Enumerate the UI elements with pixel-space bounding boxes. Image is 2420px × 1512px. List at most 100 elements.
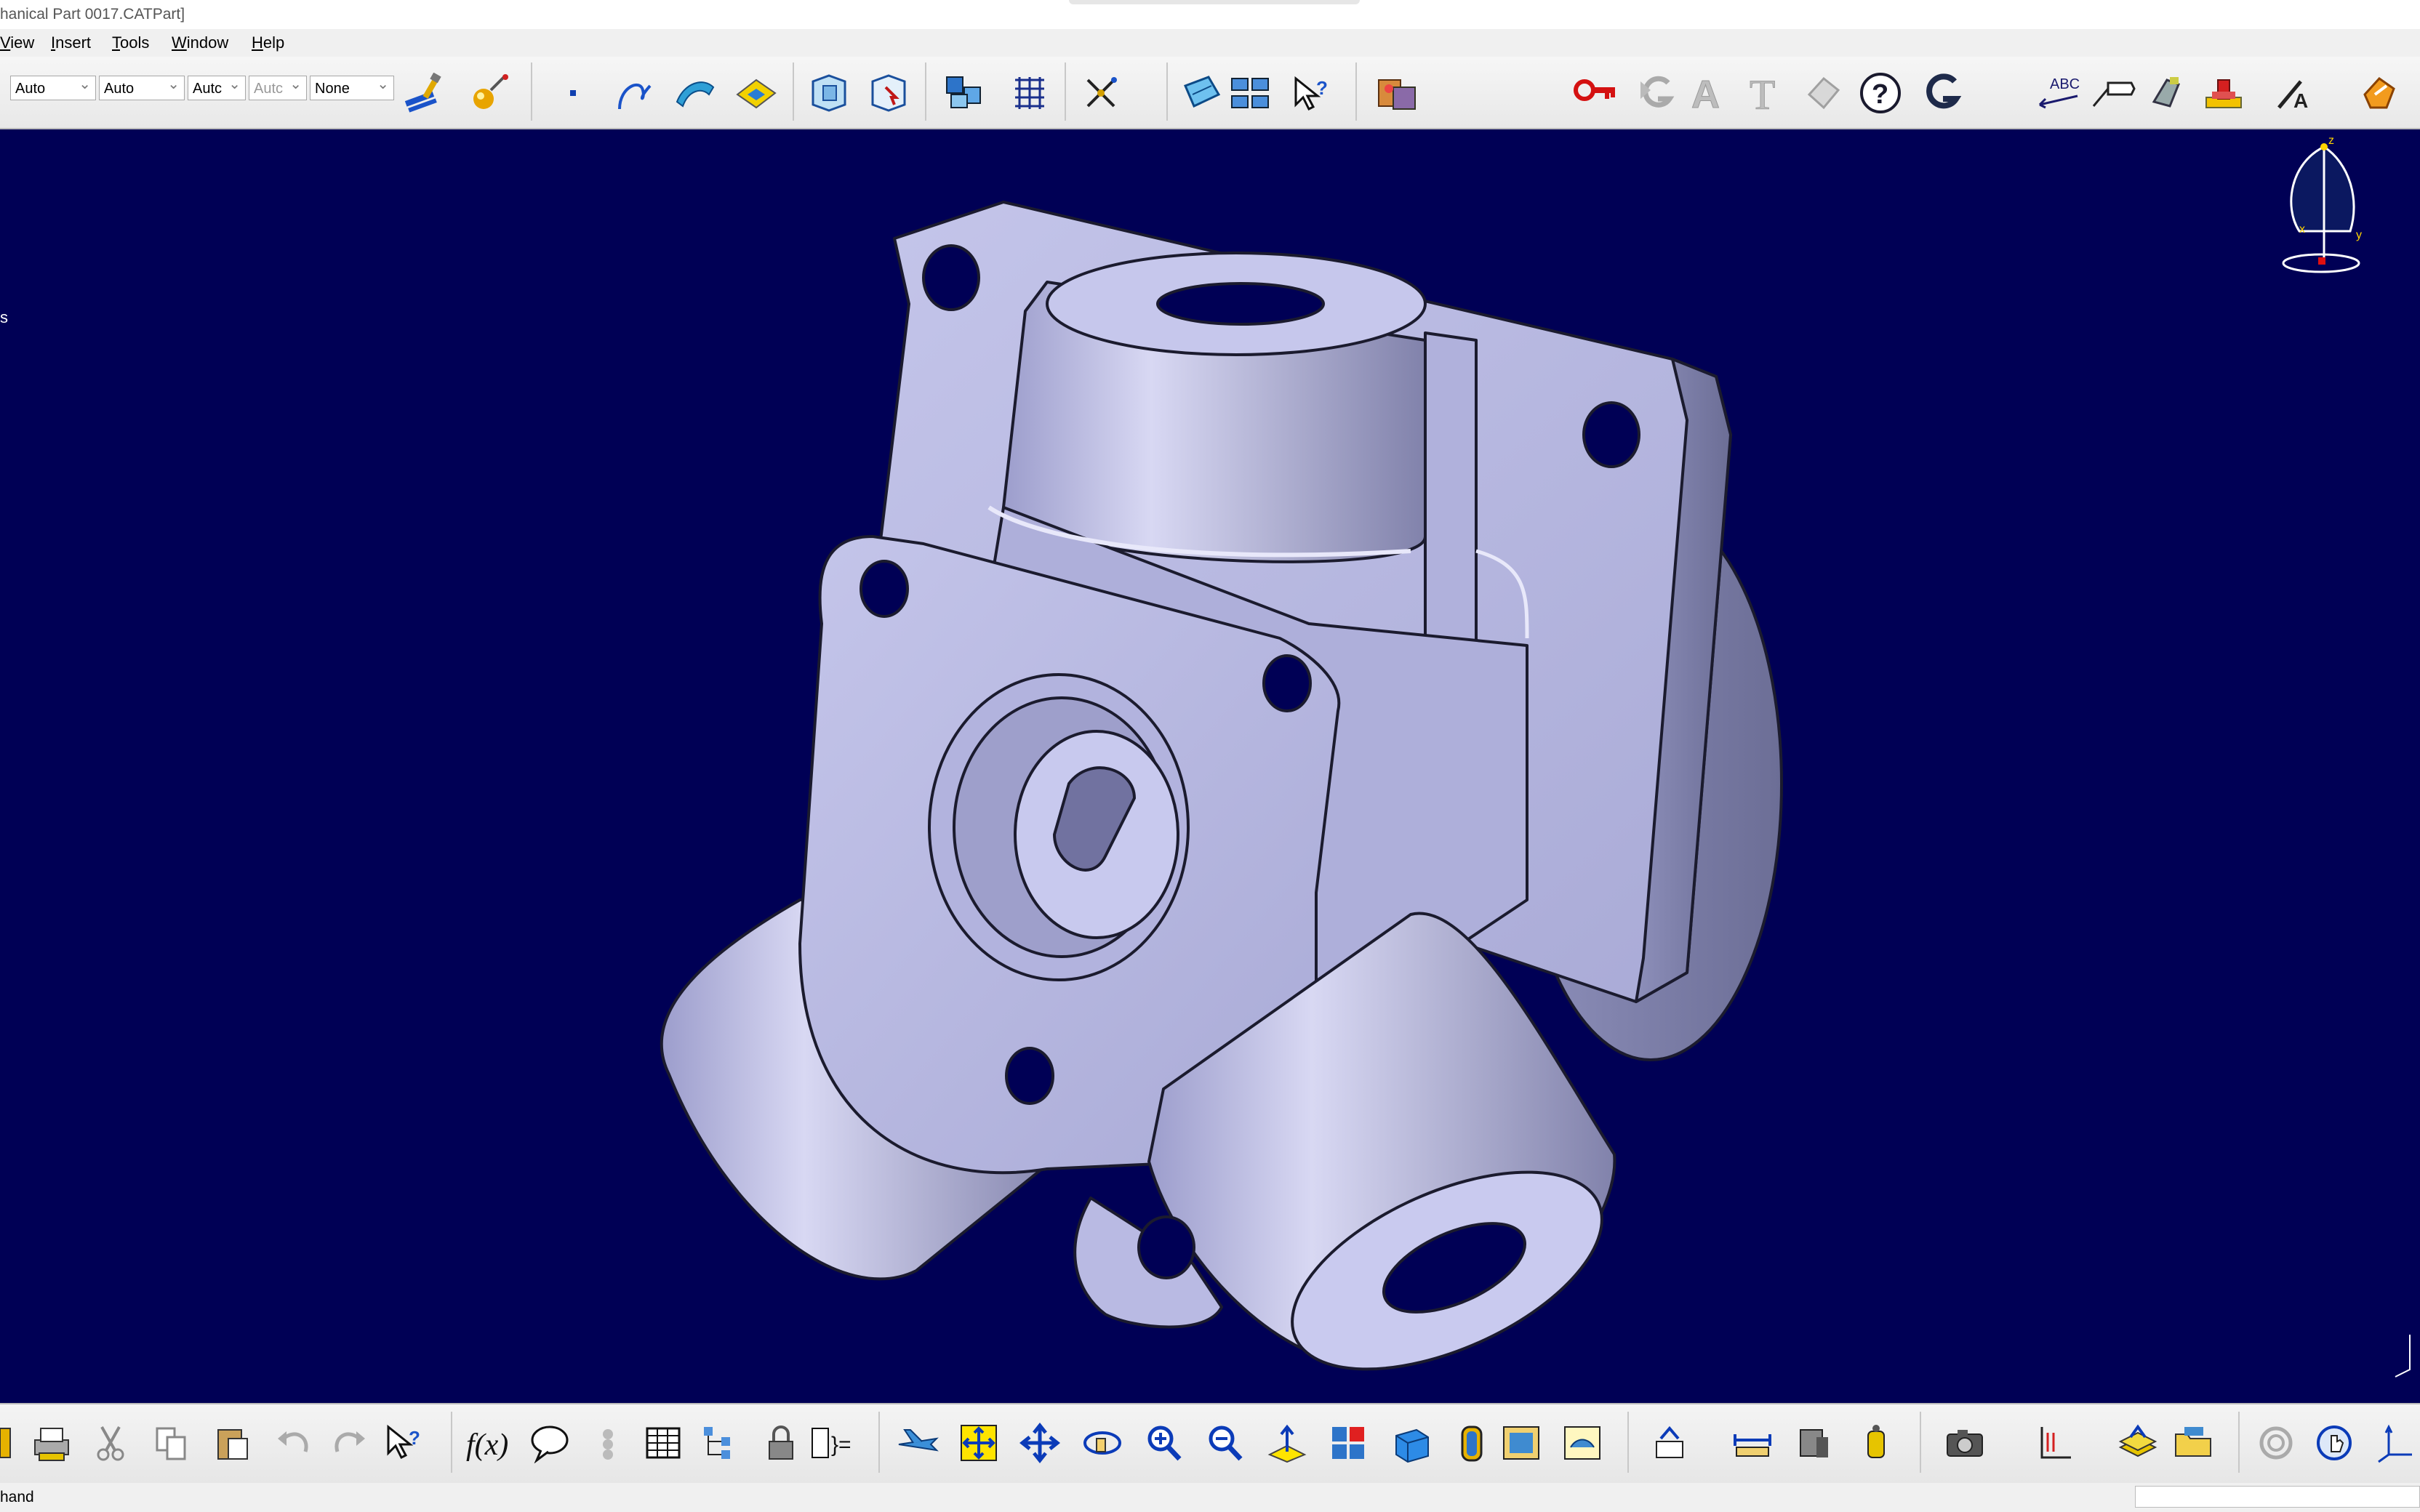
pen-icon[interactable]: A — [2267, 70, 2320, 116]
svg-text:}=: }= — [831, 1433, 852, 1457]
multi-view-icon[interactable] — [1323, 1420, 1373, 1465]
status-text: hand — [0, 1489, 34, 1505]
what-is-icon[interactable]: ? — [1284, 70, 1337, 116]
tree-icon[interactable] — [695, 1420, 745, 1465]
table-icon[interactable] — [638, 1420, 688, 1465]
comment-icon[interactable] — [525, 1420, 574, 1465]
toolbar-separator — [1355, 63, 1357, 121]
shading-icon[interactable] — [1444, 1420, 1499, 1465]
hand-icon[interactable] — [2311, 1420, 2360, 1465]
refresh-icon[interactable] — [2251, 1420, 2301, 1465]
iso-view-icon[interactable] — [1385, 1420, 1440, 1465]
help-icon[interactable]: ? — [1854, 70, 1907, 116]
compass-y-label: y — [2356, 229, 2362, 241]
svg-text:f(x): f(x) — [466, 1428, 508, 1462]
transparency-combo[interactable]: Autc — [188, 72, 246, 100]
bolt-hole — [1582, 401, 1640, 468]
menu-window[interactable]: Window — [172, 33, 228, 52]
manipulate-icon[interactable] — [2353, 70, 2405, 116]
line-type-combo[interactable]: Auto — [10, 72, 96, 100]
render-icon[interactable] — [1497, 1420, 1546, 1465]
graphic-properties-icon[interactable] — [462, 70, 515, 116]
svg-text:?: ? — [1872, 79, 1888, 110]
lock-icon[interactable] — [756, 1420, 806, 1465]
fit-all-icon[interactable] — [954, 1420, 1003, 1465]
app-g-icon[interactable] — [1917, 70, 1969, 116]
toolbar-separator — [793, 63, 794, 121]
material-icon[interactable] — [1371, 70, 1424, 116]
toolbar-separator — [451, 1412, 452, 1473]
menu-help[interactable]: Help — [252, 33, 284, 52]
bolt-hole — [1137, 1215, 1195, 1279]
eraser-icon — [1798, 70, 1850, 116]
toolbar-separator — [2238, 1412, 2240, 1473]
compass-z-label: z — [2328, 134, 2334, 147]
spell-check-icon[interactable]: ABC — [2033, 70, 2086, 116]
pan-icon[interactable] — [1015, 1420, 1065, 1465]
rotate-icon[interactable] — [1078, 1420, 1127, 1465]
pattern-combo[interactable]: None — [310, 72, 394, 100]
whats-this-icon[interactable]: ? — [380, 1420, 429, 1465]
book-icon[interactable] — [0, 1420, 16, 1465]
measure-icon[interactable] — [1728, 1420, 1777, 1465]
axis-system-icon[interactable] — [2029, 1420, 2078, 1465]
command-input[interactable] — [2135, 1486, 2420, 1508]
print-icon[interactable] — [26, 1420, 76, 1465]
point-icon[interactable] — [550, 70, 596, 116]
formula-icon[interactable]: f(x) — [462, 1420, 518, 1465]
annotation-flag-icon[interactable] — [2087, 70, 2139, 116]
params-icon[interactable]: }= — [806, 1420, 858, 1465]
stamp-icon[interactable] — [2197, 70, 2250, 116]
window-title: hanical Part 0017.CATPart] — [0, 6, 185, 23]
compass-snap-icon[interactable] — [1075, 70, 1127, 116]
fly-icon[interactable] — [893, 1420, 942, 1465]
spline-icon[interactable] — [608, 70, 660, 116]
annotation-hand-icon[interactable] — [2141, 70, 2193, 116]
zoom-out-icon[interactable] — [1200, 1420, 1249, 1465]
capture-icon[interactable] — [1940, 1420, 1990, 1465]
hide-show-icon[interactable] — [1558, 1420, 1607, 1465]
toolbar-separator — [925, 63, 926, 121]
copy-icon[interactable] — [147, 1420, 196, 1465]
part-body-icon[interactable] — [803, 70, 855, 116]
3d-view-icon[interactable] — [1175, 70, 1227, 116]
redo-icon — [324, 1420, 374, 1465]
toolbar-separator — [878, 1412, 880, 1473]
menu-view[interactable]: View — [0, 33, 34, 52]
grid-icon[interactable] — [1003, 70, 1056, 116]
body-select-icon[interactable] — [862, 70, 915, 116]
text-a-icon: A — [1681, 70, 1734, 116]
svg-text:A: A — [2293, 89, 2308, 112]
toolbar-separator — [1166, 63, 1168, 121]
measure-inertia-icon[interactable] — [1789, 1420, 1838, 1465]
compass-x-label: x — [2299, 223, 2305, 236]
3d-viewport[interactable]: s z x y — [0, 129, 2420, 1403]
surface-icon[interactable] — [669, 70, 721, 116]
plane-icon[interactable] — [730, 70, 782, 116]
product-icon[interactable] — [938, 70, 990, 116]
paste-icon[interactable] — [208, 1420, 257, 1465]
menu-insert[interactable]: Insert — [51, 33, 91, 52]
compass-icon[interactable]: z x y — [2269, 134, 2378, 279]
menu-tools[interactable]: Tools — [112, 33, 149, 52]
svg-text:A: A — [1691, 73, 1720, 113]
text-t-icon: T — [1738, 70, 1790, 116]
line-weight-combo[interactable]: Auto — [99, 72, 185, 100]
zoom-in-icon[interactable] — [1139, 1420, 1188, 1465]
bolt-hole — [1005, 1047, 1054, 1105]
catalog-icon[interactable] — [1225, 70, 1277, 116]
top-toolbar: Auto Auto Autc Autc None — [0, 57, 2420, 129]
painter-icon[interactable] — [398, 70, 451, 116]
mass-icon[interactable] — [1851, 1420, 1901, 1465]
cut-icon[interactable] — [86, 1420, 135, 1465]
svg-text:?: ? — [1316, 77, 1328, 99]
swap-icon[interactable] — [1645, 1420, 1694, 1465]
normal-view-icon[interactable] — [1262, 1420, 1312, 1465]
layers-icon[interactable] — [2113, 1420, 2163, 1465]
bottom-toolbar: ? f(x) }= — [0, 1403, 2420, 1484]
toolbar-separator — [1920, 1412, 1921, 1473]
lock-key-icon[interactable] — [1569, 70, 1622, 116]
folder-icon[interactable] — [2168, 1420, 2218, 1465]
axis-icon[interactable] — [2372, 1420, 2420, 1465]
part-geometry[interactable] — [0, 129, 2420, 1403]
